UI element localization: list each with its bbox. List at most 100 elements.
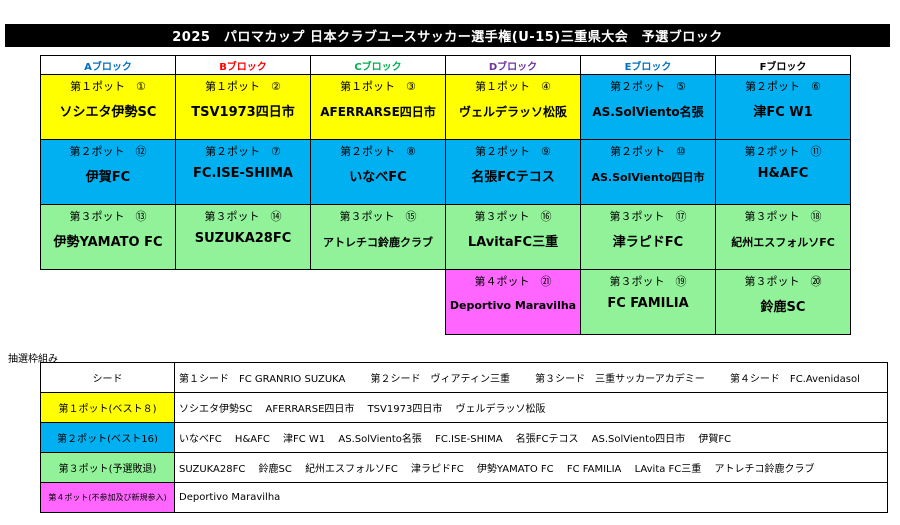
- pot-label: 第３ポット ⑬: [69, 210, 147, 223]
- team-name: FC FAMILIA: [566, 464, 622, 475]
- team-name: SUZUKA28FC: [194, 231, 292, 246]
- pot-label: 第３ポット ⑯: [474, 210, 552, 223]
- team-name: 鈴鹿SC: [258, 464, 292, 475]
- team-cell: 第１ポット ③ AFERRARSE四日市: [310, 74, 446, 140]
- team-name: AS.SolViento四日市: [591, 171, 705, 184]
- team-name: SUZUKA28FC: [179, 464, 246, 475]
- pot2-label: 第２ポット(ベスト16): [40, 422, 175, 453]
- pot3-label: 第３ポット(予選敗退): [40, 452, 175, 483]
- team-name: 津FC W1: [283, 434, 326, 445]
- pot-label: 第２ポット ⑫: [69, 145, 147, 158]
- team-cell: 第１ポット ② TSV1973四日市: [175, 74, 311, 140]
- team-name: AS.SolViento名張: [338, 434, 422, 445]
- lots-table: シード 第１シード FC GRANRIO SUZUKA 第２シード ヴィアティン…: [40, 362, 888, 513]
- pot-label: 第４ポット ㉑: [474, 275, 552, 288]
- team-cell: 第１ポット ④ ヴェルデラッソ松阪: [445, 74, 581, 140]
- pot-label: 第２ポット ⑩: [610, 145, 686, 158]
- team-name: 名張FCテコス: [515, 434, 579, 445]
- team-name: ヴェルデラッソ松阪: [458, 105, 567, 119]
- pot4-label: 第４ポット(不参加及び新規参入): [40, 482, 175, 513]
- pot-label: 第１ポット ②: [205, 80, 281, 93]
- team-name: FC.ISE-SHIMA: [193, 166, 293, 181]
- block-e-label: Eブロック: [624, 61, 672, 73]
- pot-label: 第１ポット ③: [340, 80, 416, 93]
- block-grid: Aブロック Bブロック Cブロック Dブロック Eブロック Fブロック 第１ポッ…: [40, 55, 851, 335]
- pot3-row: 第３ポット(予選敗退) SUZUKA28FC 鈴鹿SC 紀州エスフォルソFC 津…: [40, 452, 888, 483]
- block-header-row: Aブロック Bブロック Cブロック Dブロック Eブロック Fブロック: [40, 55, 851, 75]
- team-name: AFERRARSE四日市: [320, 105, 436, 119]
- team-name: 鈴鹿SC: [760, 300, 806, 315]
- pot-label: 第２ポット ⑦: [205, 145, 281, 158]
- team-name: 紀州エスフォルソFC: [305, 464, 398, 475]
- pot3-teams: SUZUKA28FC 鈴鹿SC 紀州エスフォルソFC 津ラピドFC 伊勢YAMA…: [174, 452, 888, 483]
- team-name: LAvitaFC三重: [467, 235, 559, 250]
- pot1-row: 第１ポット(ベスト８) ソシエタ伊勢SC AFERRARSE四日市 TSV197…: [40, 392, 888, 423]
- team-name: いなべFC: [179, 434, 222, 445]
- pot1-teams: ソシエタ伊勢SC AFERRARSE四日市 TSV1973四日市 ヴェルデラッソ…: [174, 392, 888, 423]
- block-header-d: Dブロック: [445, 55, 581, 75]
- pot-label: 第２ポット ⑨: [475, 145, 551, 158]
- block-row-1: 第１ポット ① ソシエタ伊勢SC 第１ポット ② TSV1973四日市 第１ポット …: [40, 74, 851, 140]
- team-name: AFERRARSE四日市: [265, 404, 355, 415]
- seed-item: 第３シード 三重サッカーアカデミー: [535, 374, 705, 385]
- seed-label: シード: [40, 362, 175, 393]
- team-name: 津FC W1: [753, 105, 813, 120]
- team-cell: 第３ポット ⑬ 伊勢YAMATO FC: [40, 204, 176, 270]
- team-cell: 第１ポット ① ソシエタ伊勢SC: [40, 74, 176, 140]
- team-name: 伊賀FC: [698, 434, 732, 445]
- pot-label: 第３ポット ⑮: [339, 210, 417, 223]
- block-a-label: Aブロック: [84, 61, 132, 73]
- pot-label: 第１ポット ④: [475, 80, 551, 93]
- block-header-c: Cブロック: [310, 55, 446, 75]
- team-cell: 第２ポット ⑪ H&AFC: [715, 139, 851, 205]
- team-name: 伊勢YAMATO FC: [476, 464, 554, 475]
- block-f-label: Fブロック: [759, 61, 807, 73]
- team-cell: 第２ポット ⑤ AS.SolViento名張: [580, 74, 716, 140]
- team-cell: 第３ポット ⑳ 鈴鹿SC: [715, 269, 851, 335]
- team-cell: 第３ポット ⑮ アトレチコ鈴鹿クラブ: [310, 204, 446, 270]
- team-name: 津ラピドFC: [410, 464, 464, 475]
- team-name: 名張FCテコス: [471, 170, 555, 185]
- pot1-label: 第１ポット(ベスト８): [40, 392, 175, 423]
- team-name: ソシエタ伊勢SC: [179, 404, 253, 415]
- pot-label: 第３ポット ⑲: [609, 275, 687, 288]
- block-c-label: Cブロック: [354, 61, 402, 73]
- block-header-b: Bブロック: [175, 55, 311, 75]
- team-cell: 第２ポット ⑧ いなべFC: [310, 139, 446, 205]
- block-row-2: 第２ポット ⑫ 伊賀FC 第２ポット ⑦ FC.ISE-SHIMA 第２ポット ⑧ い…: [40, 139, 851, 205]
- team-name: 伊勢YAMATO FC: [53, 235, 163, 250]
- pot4-row: 第４ポット(不参加及び新規参入) Deportivo Maravilha: [40, 482, 888, 513]
- pot2-row: 第２ポット(ベスト16) いなべFC H&AFC 津FC W1 AS.SolVi…: [40, 422, 888, 453]
- team-cell: 第２ポット ⑩ AS.SolViento四日市: [580, 139, 716, 205]
- team-name: 紀州エスフォルソFC: [731, 236, 835, 249]
- team-name: ソシエタ伊勢SC: [59, 105, 157, 120]
- team-name: TSV1973四日市: [191, 105, 295, 120]
- team-cell: 第３ポット ⑰ 津ラピドFC: [580, 204, 716, 270]
- seed-item: 第２シード ヴィアティン三重: [370, 374, 510, 385]
- block-header-e: Eブロック: [580, 55, 716, 75]
- team-cell: 第３ポット ⑭ SUZUKA28FC: [175, 204, 311, 270]
- seed-item: 第４シード FC.Avenidasol: [729, 374, 860, 385]
- team-cell: 第３ポット ⑲ FC FAMILIA: [580, 269, 716, 335]
- team-name: FC FAMILIA: [607, 296, 689, 311]
- team-name: 津ラピドFC: [612, 235, 684, 250]
- seed-item: 第１シード FC GRANRIO SUZUKA: [179, 374, 346, 385]
- team-name: FC.ISE-SHIMA: [435, 434, 503, 445]
- page-title: 2025 パロマカップ 日本クラブユースサッカー選手権(U-15)三重県大会 予…: [5, 24, 890, 47]
- pot-label: 第３ポット ⑱: [744, 210, 822, 223]
- pot-label: 第２ポット ⑪: [744, 145, 822, 158]
- team-name: H&AFC: [234, 434, 270, 445]
- team-name: H&AFC: [757, 166, 809, 181]
- team-name: TSV1973四日市: [367, 404, 443, 415]
- pot-label: 第２ポット ⑥: [745, 80, 821, 93]
- team-cell: 第２ポット ⑦ FC.ISE-SHIMA: [175, 139, 311, 205]
- block-row-3: 第３ポット ⑬ 伊勢YAMATO FC 第３ポット ⑭ SUZUKA28FC 第３ポ…: [40, 204, 851, 270]
- block-b-label: Bブロック: [219, 61, 267, 73]
- team-name: AS.SolViento四日市: [591, 434, 686, 445]
- block-row-4: 第４ポット ㉑ Deportivo Maravilha 第３ポット ⑲ FC FAM…: [41, 269, 851, 335]
- team-name: ヴェルデラッソ松阪: [455, 404, 546, 415]
- pot2-teams: いなべFC H&AFC 津FC W1 AS.SolViento名張 FC.ISE…: [174, 422, 888, 453]
- team-cell: 第３ポット ⑯ LAvitaFC三重: [445, 204, 581, 270]
- team-cell: 第２ポット ⑫ 伊賀FC: [40, 139, 176, 205]
- pot-label: 第２ポット ⑧: [340, 145, 416, 158]
